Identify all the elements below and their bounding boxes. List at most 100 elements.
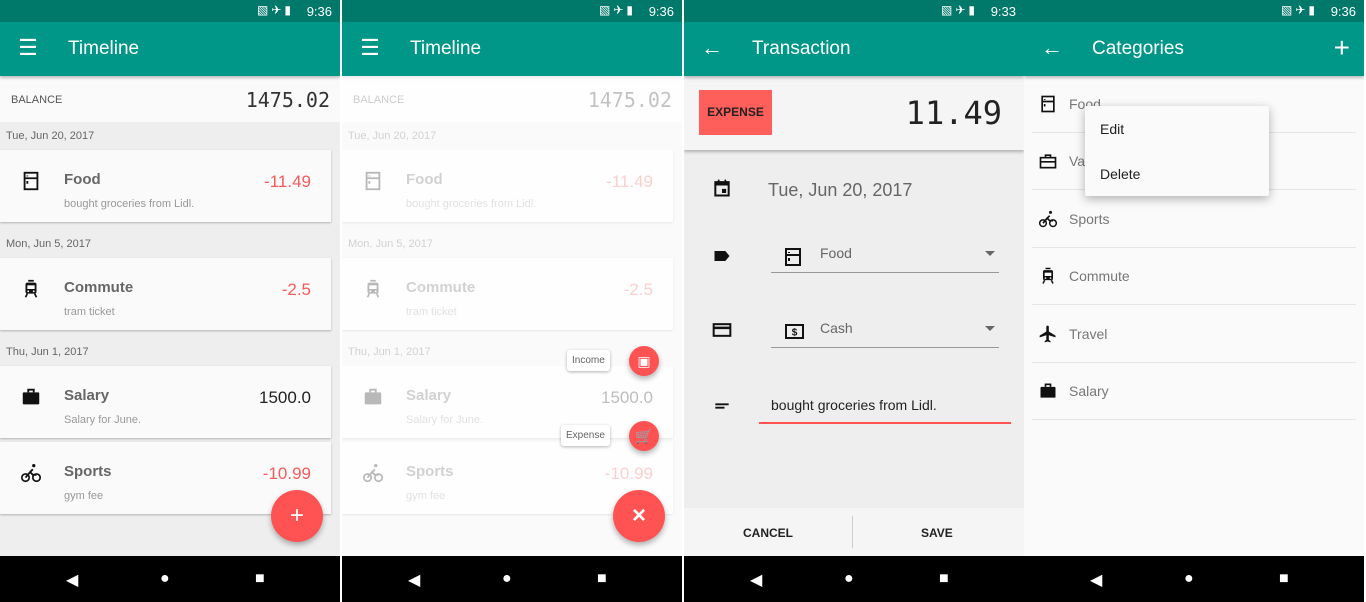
transaction-category: Commute <box>64 279 134 296</box>
page-title: Timeline <box>410 38 482 59</box>
status-bar: ▧✈▮ 9:33 <box>684 0 1024 22</box>
add-icon[interactable]: + <box>1334 34 1350 62</box>
page-title: Transaction <box>752 38 851 59</box>
amount-field[interactable]: 11.49 <box>906 94 1002 132</box>
page-title: Timeline <box>68 38 140 59</box>
app-bar: ← Categories + <box>1024 22 1364 76</box>
note-input[interactable]: bought groceries from Lidl. <box>759 388 1011 424</box>
home-nav-icon[interactable]: ● <box>502 570 512 588</box>
back-nav-icon[interactable]: ◀ <box>1090 570 1102 590</box>
calendar-icon <box>714 179 730 197</box>
system-nav-bar: ◀ ● ■ <box>684 556 1024 602</box>
status-icons: ▧✈▮ <box>1281 3 1318 17</box>
page-title: Categories <box>1092 38 1184 59</box>
balance-value: 1475.02 <box>245 88 330 112</box>
transaction-note: bought groceries from Lidl. <box>64 198 195 210</box>
status-time: 9:36 <box>306 4 332 19</box>
system-nav-bar: ◀ ● ■ <box>342 556 682 602</box>
transaction-category: Salary <box>64 387 110 404</box>
cancel-button[interactable]: CANCEL <box>743 526 793 540</box>
back-nav-icon[interactable]: ◀ <box>66 570 78 590</box>
transaction-card[interactable]: Salary Salary for June. 1500.0 <box>0 366 331 438</box>
transaction-note: tram ticket <box>64 306 115 318</box>
note-value: bought groceries from Lidl. <box>771 397 937 413</box>
category-item[interactable]: Sports <box>1032 191 1356 248</box>
recents-nav-icon[interactable]: ■ <box>597 570 607 588</box>
account-dropdown[interactable]: $ Cash <box>771 312 999 348</box>
app-bar: ← Transaction <box>684 22 1024 76</box>
divider <box>852 516 853 548</box>
recents-nav-icon[interactable]: ■ <box>939 570 949 588</box>
cash-icon: $ <box>785 324 804 339</box>
category-name: Commute <box>1069 268 1130 285</box>
recents-nav-icon[interactable]: ■ <box>255 570 265 588</box>
category-name: Va <box>1069 153 1086 170</box>
category-item[interactable]: Travel <box>1032 306 1356 363</box>
cart-icon[interactable]: 🛒 <box>629 421 659 451</box>
transaction-category: Food <box>64 171 101 188</box>
menu-icon[interactable]: ☰ <box>358 36 382 60</box>
transaction-screen: EXPENSE 11.49 Tue, Jun 20, 2017 Food $ C… <box>684 0 1024 602</box>
back-nav-icon[interactable]: ◀ <box>750 570 762 590</box>
scrim <box>342 76 682 556</box>
fridge-icon <box>785 248 801 266</box>
transaction-card[interactable]: Food bought groceries from Lidl. -11.49 <box>0 150 331 222</box>
system-nav-bar: ◀ ● ■ <box>0 556 340 602</box>
status-time: 9:36 <box>648 4 674 19</box>
recents-nav-icon[interactable]: ■ <box>1279 570 1289 588</box>
category-dropdown[interactable]: Food <box>771 237 999 273</box>
transaction-card[interactable]: Commute tram ticket -2.5 <box>0 258 331 330</box>
credit-card-icon <box>712 323 732 337</box>
menu-icon[interactable]: ☰ <box>16 36 40 60</box>
home-nav-icon[interactable]: ● <box>160 570 170 588</box>
briefcase-icon <box>22 388 40 405</box>
home-nav-icon[interactable]: ● <box>1184 570 1194 588</box>
expense-toggle-button[interactable]: EXPENSE <box>699 90 772 135</box>
balance-row: BALANCE 1475.02 <box>0 76 340 122</box>
transaction-amount: -2.5 <box>281 280 311 299</box>
income-fab[interactable]: ▣ <box>629 346 659 376</box>
category-item[interactable]: Commute <box>1032 248 1356 306</box>
category-name: Travel <box>1069 325 1108 342</box>
category-name: Salary <box>1069 383 1109 399</box>
dropdown-arrow-icon <box>985 326 995 336</box>
status-time: 9:33 <box>990 4 1016 19</box>
back-nav-icon[interactable]: ◀ <box>408 570 420 590</box>
menu-item-delete[interactable]: Delete <box>1100 166 1140 182</box>
date-field[interactable]: Tue, Jun 20, 2017 <box>768 180 912 201</box>
timeline-fab-open-screen: ▧✈▮9:36 ☰ Timeline ◀ ● ■ BALANCE1475.02T… <box>342 0 682 602</box>
timeline-screen: ▧✈▮ 9:36 ☰ Timeline ◀ ● ■ BALANCE 1475.02 T… <box>0 0 340 602</box>
category-item[interactable]: Salary <box>1032 363 1356 420</box>
income-label: Income <box>567 350 610 371</box>
context-menu: Edit Delete <box>1085 106 1269 196</box>
system-nav-bar: ◀ ● ■ <box>1024 556 1364 602</box>
back-arrow-icon[interactable]: ← <box>700 36 724 60</box>
transaction-amount: -10.99 <box>262 464 311 483</box>
tram-icon <box>1042 267 1054 285</box>
date-header: Tue, Jun 20, 2017 <box>6 130 95 142</box>
balance-label: BALANCE <box>11 94 63 106</box>
status-bar: ▧✈▮ 9:36 <box>0 0 340 22</box>
transaction-amount: 1500.0 <box>259 388 311 407</box>
home-nav-icon[interactable]: ● <box>844 570 854 588</box>
transaction-category: Sports <box>64 463 112 480</box>
date-header: Mon, Jun 5, 2017 <box>6 238 92 250</box>
status-icons: ▧✈▮ <box>941 3 978 17</box>
bike-icon <box>21 464 41 483</box>
menu-item-edit[interactable]: Edit <box>1100 121 1124 137</box>
status-bar: ▧✈▮ 9:36 <box>1024 0 1364 22</box>
add-transaction-fab[interactable]: + <box>271 490 323 542</box>
svg-text:$: $ <box>792 328 798 339</box>
transaction-header: EXPENSE 11.49 <box>684 76 1024 150</box>
categories-screen: Food Va Sports Commute Travel Salary ▧✈▮ 9:36 … <box>1024 0 1364 602</box>
back-arrow-icon[interactable]: ← <box>1040 36 1064 60</box>
expense-label: Expense <box>561 425 610 446</box>
bike-icon <box>1038 210 1058 228</box>
dropdown-arrow-icon <box>985 251 995 261</box>
save-button[interactable]: SAVE <box>921 526 953 540</box>
transaction-note: Salary for June. <box>64 414 142 426</box>
close-fab[interactable]: × <box>613 490 665 542</box>
notes-icon <box>715 403 729 409</box>
label-icon <box>714 251 730 261</box>
account-value: Cash <box>820 320 853 336</box>
